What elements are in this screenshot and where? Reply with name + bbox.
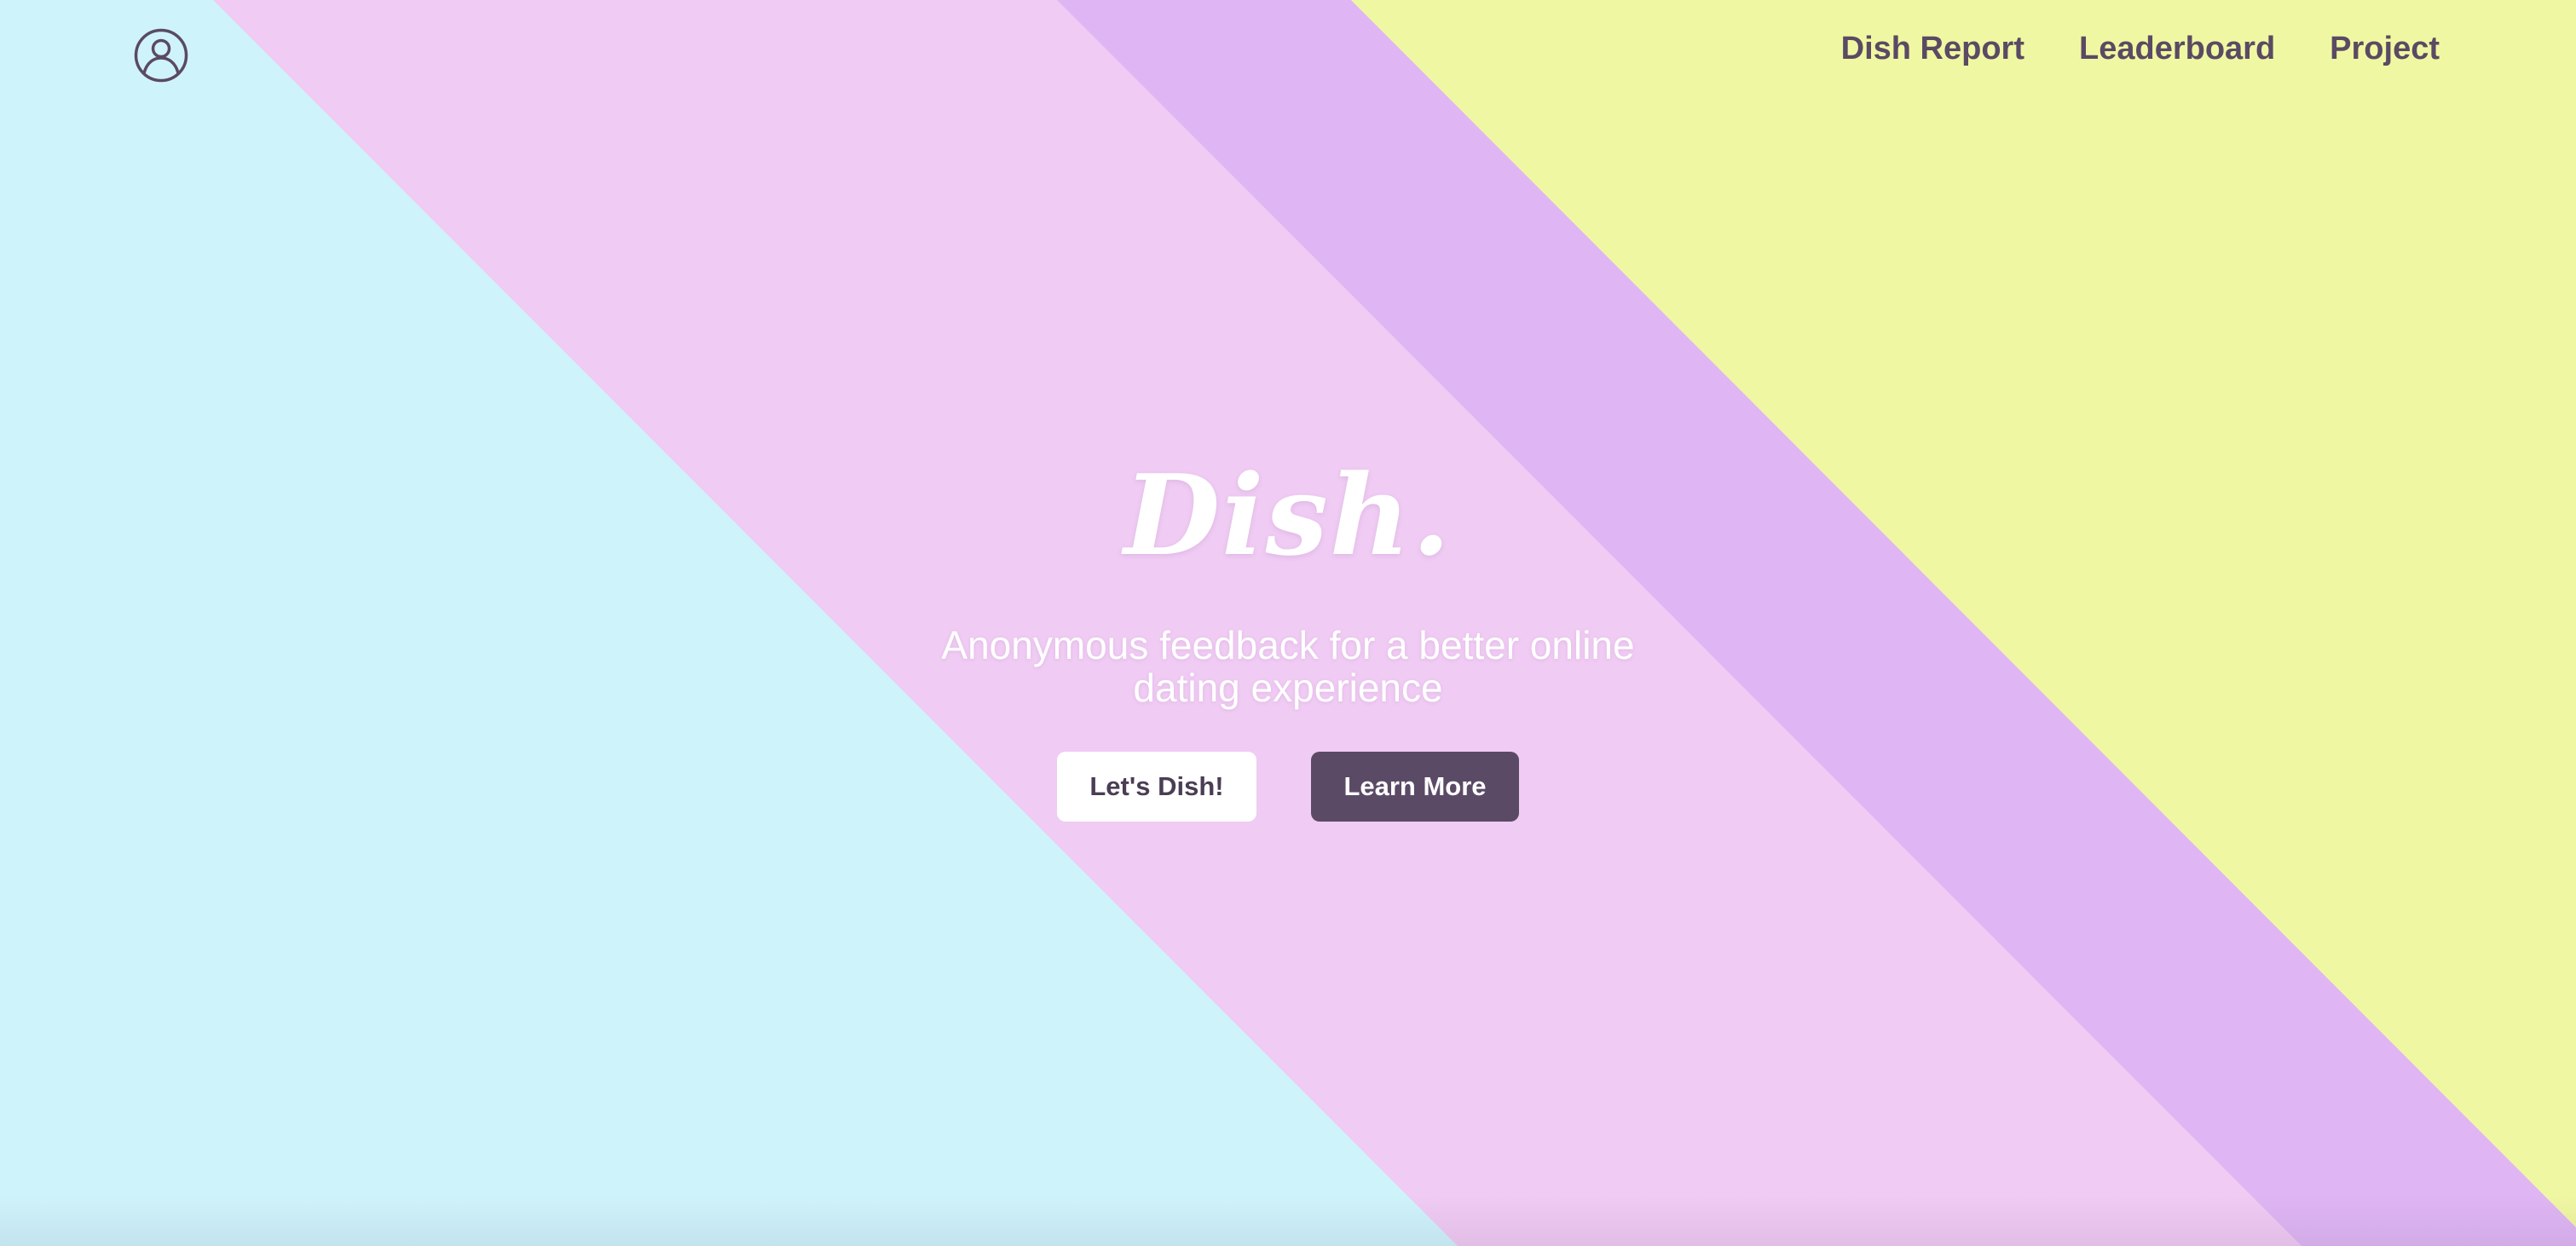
hero-section: Dish. Anonymous feedback for a better on… <box>0 452 2576 822</box>
user-profile-icon[interactable] <box>133 27 189 84</box>
landing-page: Dish Report Leaderboard Project Dish. An… <box>0 0 2576 1246</box>
main-nav: Dish Report Leaderboard Project <box>1841 31 2440 67</box>
learn-more-button[interactable]: Learn More <box>1311 752 1519 822</box>
nav-link-project[interactable]: Project <box>2330 31 2440 67</box>
nav-link-leaderboard[interactable]: Leaderboard <box>2079 31 2275 67</box>
bottom-shadow <box>0 1195 2576 1246</box>
dish-logo: Dish. <box>1123 450 1453 580</box>
hero-tagline: Anonymous feedback for a better online d… <box>941 623 1635 710</box>
lets-dish-button[interactable]: Let's Dish! <box>1057 752 1256 822</box>
cta-buttons: Let's Dish! Learn More <box>1057 752 1519 822</box>
top-header: Dish Report Leaderboard Project <box>0 0 2576 111</box>
nav-link-dish-report[interactable]: Dish Report <box>1841 31 2024 67</box>
